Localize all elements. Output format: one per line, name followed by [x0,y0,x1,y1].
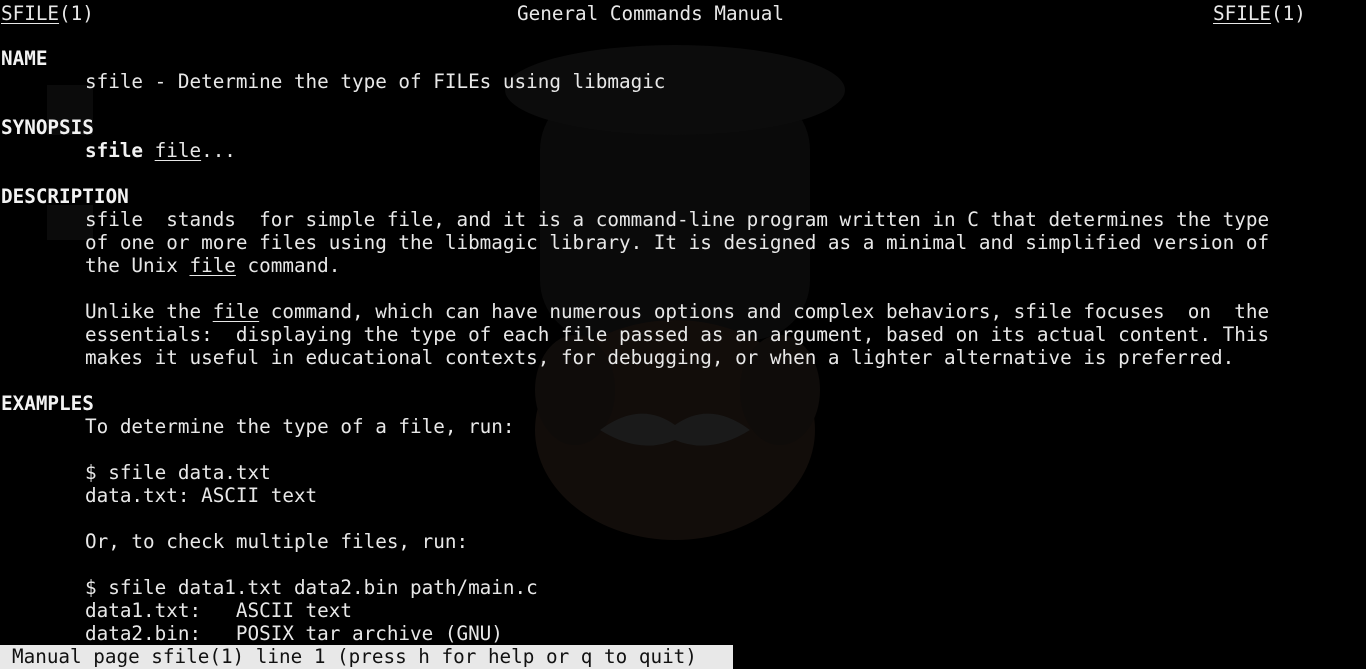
section-heading-examples: EXAMPLES [1,392,94,415]
description-line: sfile stands for simple file, and it is … [85,208,1270,231]
example-line: To determine the type of a file, run: [85,415,515,438]
example-line: $ sfile data1.txt data2.bin path/main.c [85,576,538,599]
header-center: General Commands Manual [517,2,784,25]
section-heading-description: DESCRIPTION [1,185,129,208]
example-line: $ sfile data.txt [85,461,271,484]
example-line: data2.bin: POSIX tar archive (GNU) [85,622,503,645]
description-line: essentials: displaying the type of each … [85,323,1270,346]
section-heading-synopsis: SYNOPSIS [1,116,94,139]
description-line: Unlike the file command, which can have … [85,300,1270,323]
synopsis-text: sfile file... [85,139,236,162]
pager-status-bar: Manual page sfile(1) line 1 (press h for… [0,645,733,669]
example-line: data1.txt: ASCII text [85,599,352,622]
description-line: the Unix file command. [85,254,341,277]
terminal-man-page: SFILE(1) General Commands Manual SFILE(1… [0,0,1366,669]
section-heading-name: NAME [1,47,48,70]
header-right: SFILE(1) [1213,2,1306,25]
header-left: SFILE(1) [1,2,94,25]
example-line: Or, to check multiple files, run: [85,530,469,553]
description-line: of one or more files using the libmagic … [85,231,1270,254]
name-text: sfile - Determine the type of FILEs usin… [85,70,666,93]
example-line: data.txt: ASCII text [85,484,318,507]
description-line: makes it useful in educational contexts,… [85,346,1235,369]
